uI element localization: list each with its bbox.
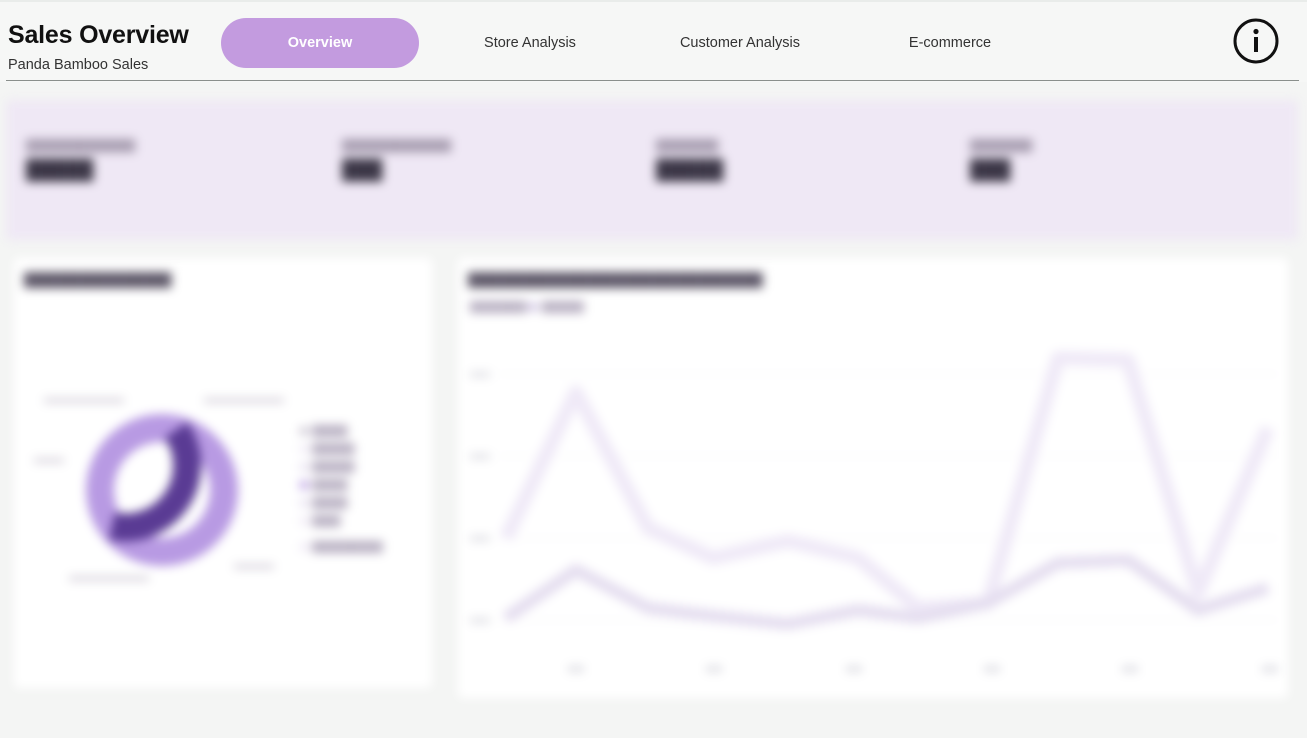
kpi-card: ██████████████ █████ xyxy=(26,140,135,182)
x-tick-label xyxy=(1262,666,1278,672)
legend-item: █████ xyxy=(300,498,347,509)
donut-label xyxy=(44,398,124,403)
kpi-card: ████████ ███ xyxy=(970,140,1032,182)
donut-label xyxy=(34,458,64,463)
donut-label xyxy=(234,564,274,569)
info-circle-icon xyxy=(1233,18,1279,64)
series-line-lower xyxy=(502,554,1270,630)
page-title: Sales Overview xyxy=(8,21,189,49)
donut-label xyxy=(204,398,284,403)
kpi-label: ████████ xyxy=(970,140,1033,152)
x-tick-label xyxy=(706,666,722,672)
top-navigation-bar: Sales Overview Panda Bamboo Sales Overvi… xyxy=(0,0,1307,82)
kpi-strip: ██████████████ █████ ██████████████ ███ … xyxy=(6,100,1298,240)
kpi-value: █████ xyxy=(26,160,94,181)
series-line-upper xyxy=(499,351,1275,615)
legend-item: █████ xyxy=(300,426,347,437)
line-chart-card: ████████████████████████████████ ███████… xyxy=(458,258,1288,698)
x-tick-label xyxy=(984,666,1000,672)
legend-item: ██████████ xyxy=(300,542,383,553)
donut-label xyxy=(69,576,149,581)
kpi-card: ██████████████ ███ xyxy=(342,140,451,182)
kpi-label: ██████████████ xyxy=(342,140,452,152)
donut-chart xyxy=(34,398,284,581)
donut-chart-card: ████████████████ █████ ██████ ██████ ███… xyxy=(14,258,432,688)
x-tick-label xyxy=(1122,666,1138,672)
page-subtitle: Panda Bamboo Sales xyxy=(8,57,149,73)
tab-overview[interactable]: Overview xyxy=(221,18,419,68)
header-divider xyxy=(6,80,1299,81)
tab-customer-analysis[interactable]: Customer Analysis xyxy=(641,18,839,68)
y-tick-label xyxy=(470,454,490,459)
kpi-card: ████████ █████ xyxy=(656,140,723,182)
kpi-value: █████ xyxy=(656,160,724,181)
kpi-label: ████████ xyxy=(656,140,719,152)
y-tick-label xyxy=(470,372,490,377)
legend-item: ██████ xyxy=(300,444,355,455)
kpi-label: ██████████████ xyxy=(26,140,136,152)
info-button[interactable] xyxy=(1233,18,1279,64)
legend-item: ████ xyxy=(300,516,340,527)
x-tick-label xyxy=(846,666,862,672)
line-chart xyxy=(470,351,1278,672)
tab-e-commerce[interactable]: E-commerce xyxy=(851,18,1049,68)
y-tick-label xyxy=(470,536,490,541)
kpi-value: ███ xyxy=(342,160,383,181)
kpi-value: ███ xyxy=(970,160,1011,181)
legend-item: ██████ xyxy=(300,462,355,473)
legend-item: █████ xyxy=(300,480,347,491)
x-tick-label xyxy=(568,666,584,672)
y-tick-label xyxy=(470,618,490,623)
tab-store-analysis[interactable]: Store Analysis xyxy=(431,18,629,68)
